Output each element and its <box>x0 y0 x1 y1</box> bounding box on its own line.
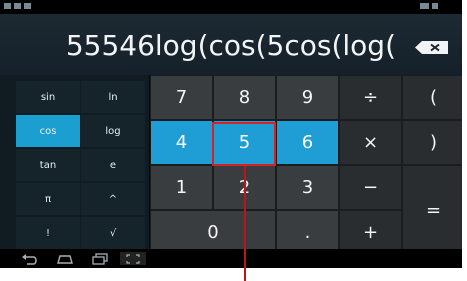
power-button[interactable]: ^ <box>81 183 145 215</box>
battery-icon <box>432 3 438 9</box>
divide-button[interactable]: ÷ <box>340 76 401 119</box>
highlight-box <box>212 122 276 166</box>
e-button[interactable]: e <box>81 149 145 181</box>
wifi-icon <box>420 3 429 9</box>
recent-apps-icon[interactable] <box>90 252 110 265</box>
pi-button[interactable]: π <box>16 183 80 215</box>
annotation-pointer-line <box>244 166 246 281</box>
equals-button[interactable]: = <box>403 166 462 254</box>
multiply-button[interactable]: × <box>340 121 401 164</box>
screenshot-icon[interactable] <box>120 252 146 265</box>
navigation-bar <box>0 249 462 268</box>
notification-icon <box>14 3 21 9</box>
factorial-button[interactable]: ! <box>16 217 80 249</box>
home-icon[interactable] <box>55 252 75 265</box>
tan-button[interactable]: tan <box>16 149 80 181</box>
expression-text: 55546log(cos(5cos(log( <box>65 29 396 62</box>
key-1[interactable]: 1 <box>151 166 212 209</box>
back-icon[interactable] <box>20 252 40 265</box>
sqrt-button[interactable]: √ <box>81 217 145 249</box>
sin-button[interactable]: sin <box>16 81 80 113</box>
key-3[interactable]: 3 <box>277 166 338 209</box>
notification-icon <box>24 3 31 9</box>
delete-button[interactable] <box>414 40 450 55</box>
notification-icon <box>4 3 11 9</box>
close-paren-button[interactable]: ) <box>403 121 462 164</box>
key-7[interactable]: 7 <box>151 76 212 119</box>
key-4[interactable]: 4 <box>151 121 212 164</box>
log-button[interactable]: log <box>81 115 145 147</box>
open-paren-button[interactable]: ( <box>403 76 462 119</box>
cos-button[interactable]: cos <box>16 115 80 147</box>
decimal-button[interactable]: . <box>277 211 338 254</box>
backspace-icon <box>415 41 448 54</box>
minus-button[interactable]: − <box>340 166 401 209</box>
status-bar <box>0 0 462 14</box>
advanced-panel: sin ln cos log tan e π ^! √ <box>0 75 149 249</box>
key-0[interactable]: 0 <box>151 211 275 254</box>
key-6[interactable]: 6 <box>277 121 338 164</box>
expression-display[interactable]: 55546log(cos(5cos(log( <box>0 14 462 75</box>
ln-button[interactable]: ln <box>81 81 145 113</box>
key-8[interactable]: 8 <box>214 76 275 119</box>
keypad: 789÷(456×)123−=0.+ <box>150 75 462 254</box>
plus-button[interactable]: + <box>340 211 401 254</box>
key-9[interactable]: 9 <box>277 76 338 119</box>
